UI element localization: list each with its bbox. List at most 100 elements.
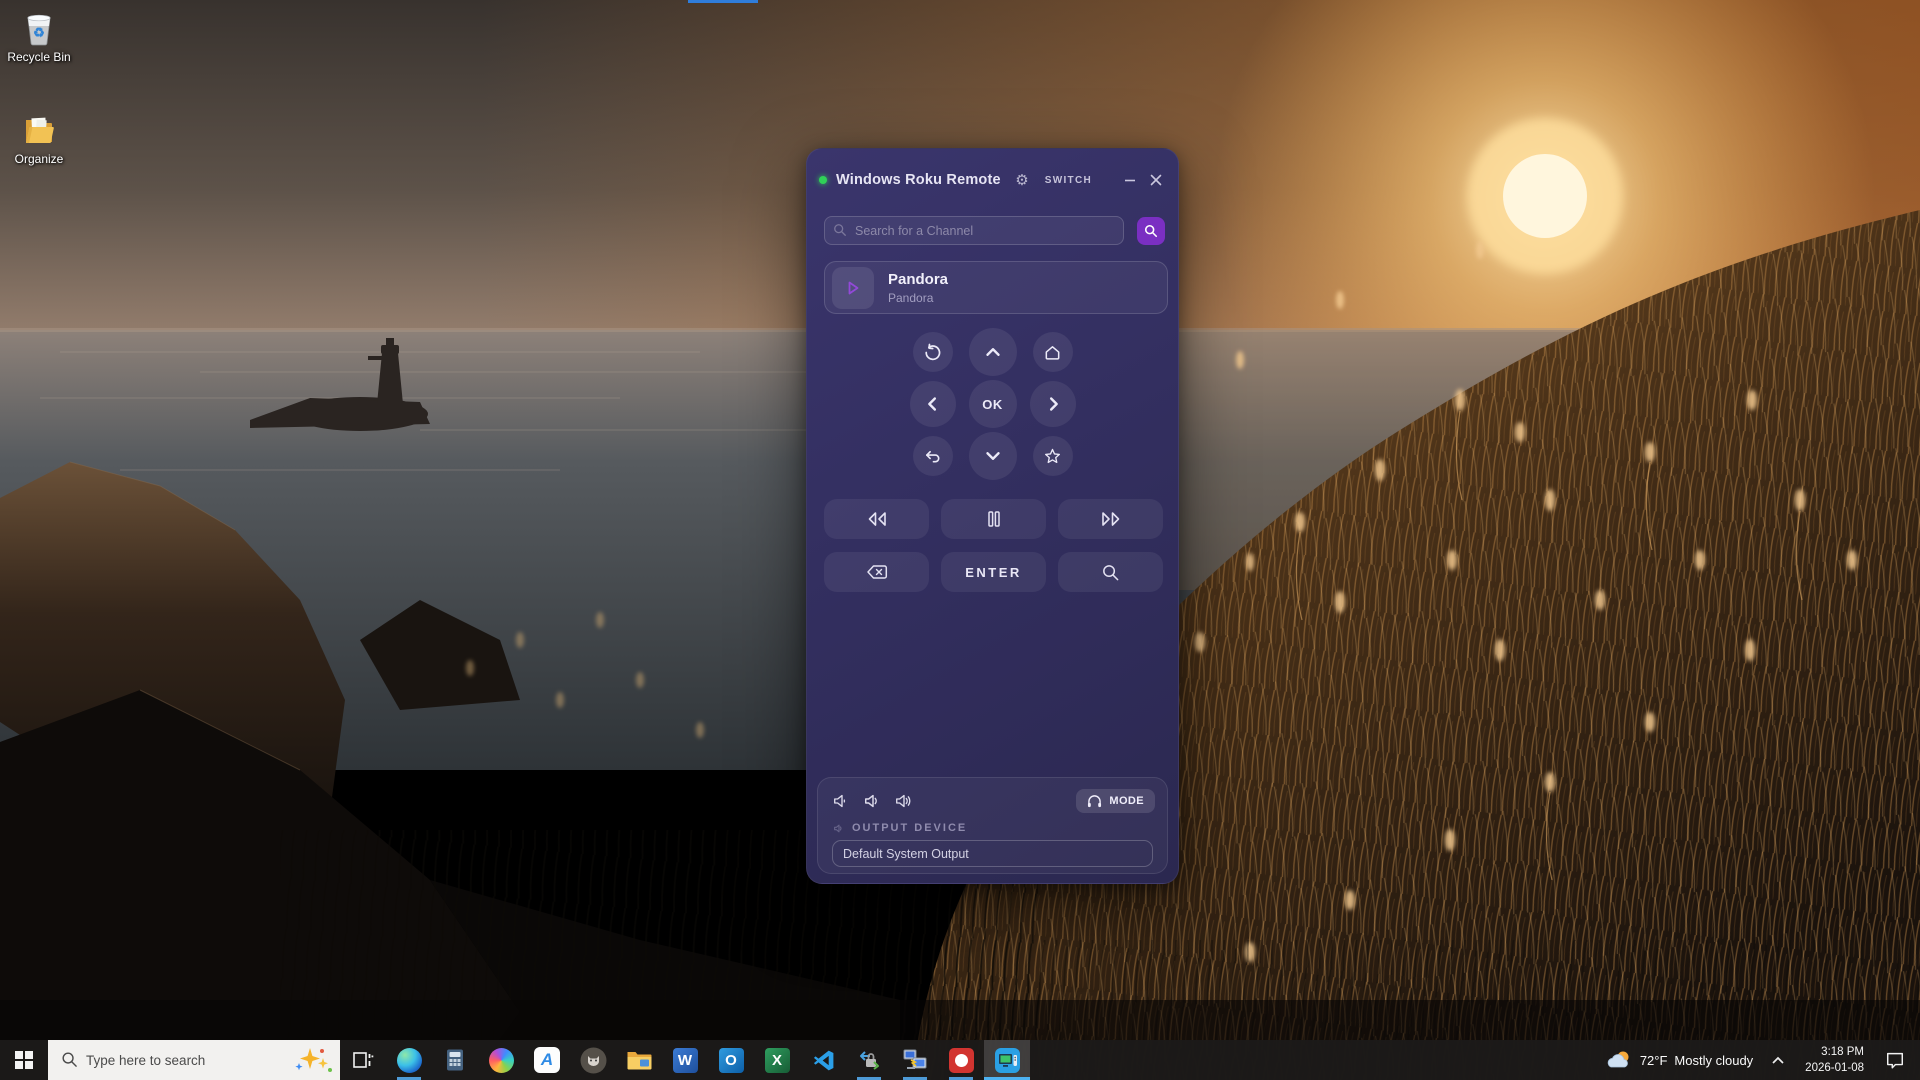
taskbar-clock[interactable]: 3:18 PM 2026-01-08 bbox=[1795, 1044, 1874, 1076]
output-device-select[interactable]: Default System Output bbox=[832, 840, 1153, 867]
taskbar-icon-task-view[interactable] bbox=[340, 1040, 386, 1080]
desktop-icon-recycle-bin[interactable]: ♻ Recycle Bin bbox=[0, 8, 78, 64]
dpad-left-button[interactable] bbox=[910, 381, 956, 427]
taskbar-icon-edge[interactable] bbox=[386, 1040, 432, 1080]
enter-button[interactable]: ENTER bbox=[941, 552, 1046, 592]
calculator-icon bbox=[444, 1048, 466, 1072]
fast-forward-button[interactable] bbox=[1058, 499, 1163, 539]
minimize-button[interactable] bbox=[1120, 170, 1140, 190]
start-button[interactable] bbox=[0, 1040, 48, 1080]
taskbar-icon-pet-app[interactable] bbox=[570, 1040, 616, 1080]
hidden-icons-chevron[interactable] bbox=[1761, 1040, 1795, 1080]
taskbar-icon-copilot[interactable] bbox=[478, 1040, 524, 1080]
taskbar-icon-excel[interactable]: X bbox=[754, 1040, 800, 1080]
taskbar: A W O X bbox=[0, 1040, 1920, 1080]
options-button[interactable] bbox=[1033, 436, 1073, 476]
channel-title: Pandora bbox=[888, 271, 948, 288]
desktop-icon-label: Organize bbox=[0, 152, 78, 166]
channel-search-input[interactable] bbox=[824, 216, 1124, 245]
taskbar-icon-screen-recorder[interactable] bbox=[938, 1040, 984, 1080]
taskbar-icon-remote-desktop[interactable] bbox=[892, 1040, 938, 1080]
play-outline-icon bbox=[844, 279, 862, 297]
taskbar-icon-calculator[interactable] bbox=[432, 1040, 478, 1080]
enter-label: ENTER bbox=[965, 565, 1022, 580]
outlook-icon: O bbox=[719, 1048, 744, 1073]
screen-recorder-icon bbox=[949, 1048, 974, 1073]
taskbar-icon-azure[interactable]: A bbox=[524, 1040, 570, 1080]
taskbar-icon-word[interactable]: W bbox=[662, 1040, 708, 1080]
svg-text:♻: ♻ bbox=[33, 25, 45, 40]
vscode-icon bbox=[811, 1048, 836, 1073]
channel-thumbnail bbox=[832, 267, 874, 309]
switch-device-button[interactable]: SWITCH bbox=[1045, 175, 1092, 186]
word-icon: W bbox=[673, 1048, 698, 1073]
rewind-button[interactable] bbox=[824, 499, 929, 539]
roku-remote-app-icon bbox=[994, 1047, 1021, 1074]
windows-logo-icon bbox=[15, 1051, 33, 1069]
play-pause-button[interactable] bbox=[941, 499, 1046, 539]
output-device-value: Default System Output bbox=[843, 847, 969, 861]
folder-icon bbox=[19, 110, 59, 150]
action-center-button[interactable] bbox=[1874, 1040, 1916, 1080]
volume-high-icon bbox=[894, 792, 914, 810]
home-icon bbox=[1043, 343, 1062, 362]
search-icon bbox=[833, 223, 847, 237]
pause-icon bbox=[985, 509, 1003, 529]
channel-list-item-pandora[interactable]: Pandora Pandora bbox=[824, 261, 1168, 314]
volume-low-icon bbox=[832, 792, 852, 810]
chevron-left-icon bbox=[922, 393, 944, 415]
output-device-label: OUTPUT DEVICE bbox=[852, 822, 967, 834]
instant-replay-button[interactable] bbox=[913, 332, 953, 372]
speaker-small-icon bbox=[833, 823, 845, 834]
back-button[interactable] bbox=[913, 436, 953, 476]
audio-panel: MODE OUTPUT DEVICE Default System Output bbox=[817, 777, 1168, 874]
taskbar-icon-vscode[interactable] bbox=[800, 1040, 846, 1080]
remote-search-button[interactable] bbox=[1058, 552, 1163, 592]
taskbar-search-box[interactable] bbox=[48, 1040, 340, 1080]
chevron-down-icon bbox=[982, 445, 1004, 467]
weather-condition: Mostly cloudy bbox=[1674, 1053, 1753, 1068]
backspace-icon bbox=[865, 563, 889, 581]
desktop-icon-label: Recycle Bin bbox=[0, 50, 78, 64]
home-button[interactable] bbox=[1033, 332, 1073, 372]
roku-remote-window: Windows Roku Remote ⚙ SWITCH bbox=[806, 148, 1179, 884]
settings-gear-icon[interactable]: ⚙ bbox=[1015, 171, 1028, 189]
channel-search-button[interactable] bbox=[1137, 217, 1165, 245]
search-icon bbox=[1144, 224, 1158, 238]
refresh-icon bbox=[923, 343, 942, 362]
taskbar-search-input[interactable] bbox=[48, 1053, 263, 1068]
ok-label: OK bbox=[982, 397, 1003, 412]
weather-icon bbox=[1607, 1049, 1633, 1071]
copilot-icon bbox=[489, 1048, 514, 1073]
back-icon bbox=[923, 447, 942, 466]
chevron-up-icon bbox=[1771, 1056, 1785, 1065]
listen-mode-button[interactable]: MODE bbox=[1076, 789, 1155, 813]
taskbar-weather-widget[interactable]: 72°F Mostly cloudy bbox=[1599, 1049, 1761, 1071]
edge-icon bbox=[397, 1048, 422, 1073]
desktop: ♻ Recycle Bin Organize Windows Roku Remo… bbox=[0, 0, 1920, 1080]
volume-high-button[interactable] bbox=[894, 792, 914, 810]
taskbar-icon-outlook[interactable]: O bbox=[708, 1040, 754, 1080]
backspace-button[interactable] bbox=[824, 552, 929, 592]
dpad: OK bbox=[903, 326, 1083, 482]
dpad-right-button[interactable] bbox=[1030, 381, 1076, 427]
connection-status-dot bbox=[819, 176, 827, 184]
volume-low-button[interactable] bbox=[832, 792, 852, 810]
taskbar-icon-file-explorer[interactable] bbox=[616, 1040, 662, 1080]
volume-mid-button[interactable] bbox=[863, 792, 883, 810]
sync-lock-icon bbox=[857, 1048, 882, 1073]
azure-icon: A bbox=[534, 1047, 560, 1073]
rewind-icon bbox=[865, 509, 889, 529]
window-title: Windows Roku Remote bbox=[836, 172, 1001, 188]
ok-button[interactable]: OK bbox=[969, 380, 1017, 428]
close-button[interactable] bbox=[1146, 170, 1166, 190]
window-titlebar[interactable]: Windows Roku Remote ⚙ SWITCH bbox=[819, 163, 1166, 197]
file-explorer-icon bbox=[626, 1049, 652, 1071]
dpad-down-button[interactable] bbox=[969, 432, 1017, 480]
dpad-up-button[interactable] bbox=[969, 328, 1017, 376]
taskbar-icon-roku-remote-active[interactable] bbox=[984, 1040, 1030, 1080]
search-highlights-sparkle-icon[interactable] bbox=[292, 1046, 334, 1074]
chevron-up-icon bbox=[982, 341, 1004, 363]
taskbar-icon-sync-lock[interactable] bbox=[846, 1040, 892, 1080]
desktop-icon-organize[interactable]: Organize bbox=[0, 110, 78, 166]
